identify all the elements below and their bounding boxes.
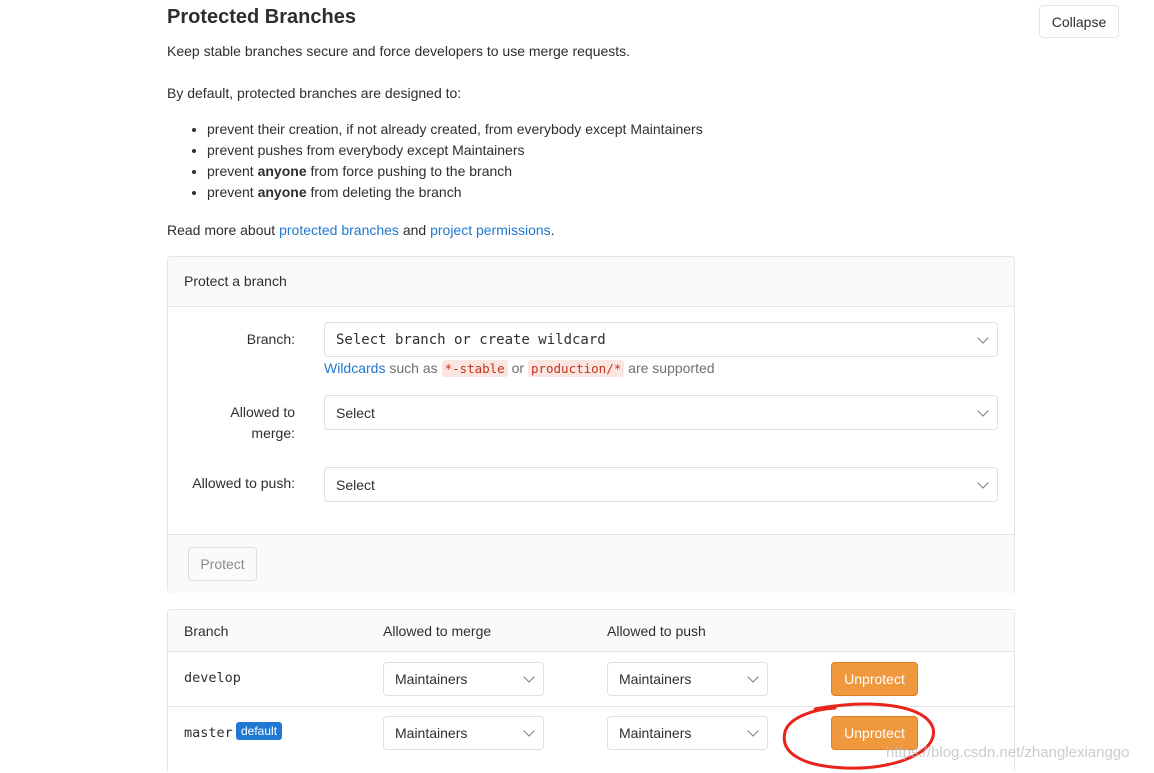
- merge-select[interactable]: Select: [324, 395, 998, 430]
- push-access-value: Maintainers: [619, 671, 692, 687]
- push-access-dropdown[interactable]: Maintainers: [607, 716, 768, 750]
- hint-text: are supported: [624, 360, 715, 376]
- chevron-down-icon: [977, 404, 989, 417]
- header-merge: Allowed to merge: [383, 623, 492, 639]
- chevron-down-icon: [523, 671, 535, 683]
- push-label: Allowed to push:: [192, 475, 295, 491]
- annotation-circle: [782, 702, 935, 770]
- read-more-prefix: Read more about: [167, 222, 280, 238]
- wildcard-example: production/*: [527, 360, 625, 377]
- bullet-bold: anyone: [257, 184, 307, 200]
- bullet-text: prevent: [207, 184, 258, 200]
- default-text: By default, protected branches are desig…: [167, 85, 462, 101]
- chevron-down-icon: [523, 725, 535, 737]
- chevron-down-icon: [747, 725, 759, 737]
- merge-select-value: Select: [336, 404, 375, 421]
- list-item: prevent anyone from force pushing to the…: [207, 161, 703, 182]
- branch-label: Branch:: [246, 331, 295, 347]
- list-item: prevent their creation, if not already c…: [207, 119, 703, 140]
- push-access-dropdown[interactable]: Maintainers: [607, 662, 768, 696]
- wildcard-example: *-stable: [441, 360, 508, 377]
- merge-access-dropdown[interactable]: Maintainers: [383, 716, 544, 750]
- push-access-value: Maintainers: [619, 725, 692, 741]
- bullet-text: prevent: [207, 163, 258, 179]
- protect-branch-panel: Protect a branch Branch: Select branch o…: [167, 256, 1015, 593]
- wildcards-link[interactable]: Wildcards: [324, 360, 385, 376]
- read-more: Read more about protected branches and p…: [167, 222, 555, 238]
- panel-header: Protect a branch: [168, 257, 1014, 307]
- hint-text: such as: [385, 360, 442, 376]
- bullet-text: prevent pushes from everybody except Mai…: [207, 142, 525, 158]
- branch-name: develop: [184, 670, 241, 686]
- table-row: develop Maintainers Maintainers Unprotec…: [168, 652, 1014, 707]
- bullet-text: from deleting the branch: [306, 184, 462, 200]
- page-description: Keep stable branches secure and force de…: [167, 43, 631, 59]
- bullet-text: from force pushing to the branch: [306, 163, 513, 179]
- header-push: Allowed to push: [607, 623, 706, 639]
- project-permissions-link[interactable]: project permissions: [430, 222, 551, 238]
- rules-list: prevent their creation, if not already c…: [187, 119, 703, 203]
- push-select-value: Select: [336, 476, 375, 493]
- merge-access-value: Maintainers: [395, 671, 468, 687]
- merge-access-dropdown[interactable]: Maintainers: [383, 662, 544, 696]
- chevron-down-icon: [977, 476, 989, 489]
- list-item: prevent pushes from everybody except Mai…: [207, 140, 703, 161]
- merge-label: Allowed to merge:: [230, 404, 295, 441]
- branch-placeholder: Select branch or create wildcard: [336, 331, 606, 348]
- collapse-button[interactable]: Collapse: [1039, 5, 1119, 38]
- watermark: https://blog.csdn.net/zhanglexianggo: [886, 744, 1130, 761]
- push-select[interactable]: Select: [324, 467, 998, 502]
- default-badge: default: [236, 722, 283, 740]
- unprotect-button[interactable]: Unprotect: [831, 662, 918, 696]
- header-branch: Branch: [184, 623, 229, 639]
- bullet-text: prevent their creation, if not already c…: [207, 121, 703, 137]
- wildcards-hint: Wildcards such as *-stable or production…: [324, 360, 715, 377]
- branch-name: master: [184, 725, 233, 741]
- period: .: [550, 222, 555, 238]
- and-text: and: [398, 222, 431, 238]
- page-title: Protected Branches: [167, 6, 356, 28]
- bullet-bold: anyone: [257, 163, 307, 179]
- list-item: prevent anyone from deleting the branch: [207, 182, 703, 203]
- branch-select[interactable]: Select branch or create wildcard: [324, 322, 998, 357]
- table-header: Branch Allowed to merge Allowed to push: [168, 610, 1014, 652]
- protected-branches-link[interactable]: protected branches: [279, 222, 399, 238]
- chevron-down-icon: [747, 671, 759, 683]
- panel-footer: Protect: [168, 534, 1014, 593]
- hint-text: or: [507, 360, 528, 376]
- chevron-down-icon: [977, 331, 989, 344]
- panel-heading: Protect a branch: [184, 273, 287, 289]
- protect-button[interactable]: Protect: [188, 547, 257, 581]
- merge-access-value: Maintainers: [395, 725, 468, 741]
